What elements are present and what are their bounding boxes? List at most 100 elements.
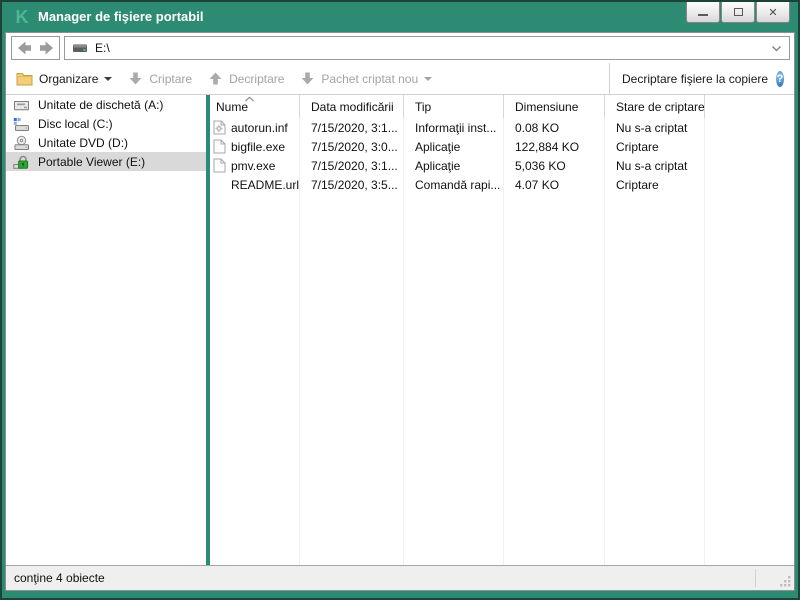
close-button[interactable]: ✕ [756, 2, 790, 23]
column-separator [299, 118, 300, 565]
column-header-encryption-status[interactable]: Stare de criptare [604, 95, 704, 118]
file-name: autorun.inf [231, 120, 288, 135]
decrypt-button[interactable]: Decriptare [208, 71, 284, 86]
title-bar[interactable]: K Manager de fişiere portabil [2, 2, 798, 32]
maximize-icon [733, 8, 743, 16]
organize-label: Organizare [39, 71, 99, 86]
file-encryption-status: Criptare [616, 177, 659, 192]
file-row-bigfile-exe[interactable]: bigfile.exe 7/15/2020, 3:0... Aplicaţie … [210, 137, 794, 156]
address-dropdown-icon[interactable] [771, 45, 782, 52]
file-encryption-status: Criptare [616, 139, 659, 154]
file-row-autorun-inf[interactable]: autorun.inf 7/15/2020, 3:1... Informaţii… [210, 118, 794, 137]
column-header-label: Dimensiune [515, 99, 579, 114]
resize-grip[interactable] [778, 574, 792, 588]
file-row-readme-url[interactable]: README.url 7/15/2020, 3:5... Comandă rap… [210, 175, 794, 194]
toolbar-right-section: Decriptare fişiere la copiere ? [609, 63, 794, 94]
window-title: Manager de fişiere portabil [38, 9, 204, 24]
sidebar-item-label: Portable Viewer (E:) [38, 154, 146, 169]
column-separator [503, 118, 504, 565]
file-modified: 7/15/2020, 3:1... [311, 120, 398, 135]
package-arrow-down-icon [302, 72, 314, 85]
window-controls: ✕ [685, 2, 790, 23]
new-encrypted-package-button[interactable]: Pachet criptat nou [300, 71, 433, 86]
address-bar[interactable]: E:\ [64, 36, 790, 60]
file-encryption-status: Nu s-a criptat [616, 120, 688, 135]
drive-icon [73, 44, 87, 52]
column-header-size[interactable]: Dimensiune [503, 95, 604, 118]
no-file-icon [213, 177, 226, 192]
encrypt-button[interactable]: Criptare [128, 71, 192, 86]
toolbar: Organizare Criptare Decriptare Pachet cr… [6, 63, 794, 95]
forward-arrow-icon[interactable] [38, 40, 55, 56]
sidebar-item-dvd-d[interactable]: Unitate DVD (D:) [6, 133, 206, 152]
file-name: README.url [231, 177, 299, 192]
column-header-label: Tip [415, 99, 432, 114]
file-size: 0.08 KO [515, 120, 560, 135]
sidebar-item-disk-c[interactable]: Disc local (C:) [6, 114, 206, 133]
blank-file-icon [213, 139, 226, 154]
file-modified: 7/15/2020, 3:1... [311, 158, 398, 173]
file-type: Aplicaţie [415, 158, 461, 173]
column-header-label: Stare de criptare [616, 99, 704, 114]
locked-drive-icon [13, 155, 29, 169]
nav-button-group [11, 36, 60, 60]
help-icon[interactable]: ? [776, 70, 784, 87]
decrypt-label: Decriptare [229, 71, 285, 86]
encrypt-label: Criptare [149, 71, 193, 86]
organize-button[interactable]: Organizare [16, 71, 113, 86]
folder-icon [16, 72, 33, 85]
column-header-name[interactable]: Nume [210, 95, 299, 118]
sidebar-item-floppy-a[interactable]: Unitate de dischetă (A:) [6, 95, 206, 114]
sidebar-item-label: Unitate de dischetă (A:) [38, 97, 164, 112]
kaspersky-logo-icon: K [15, 7, 29, 27]
navigation-bar: E:\ [6, 33, 794, 63]
close-icon: ✕ [768, 6, 778, 19]
status-bar-separator [755, 569, 756, 587]
status-bar: conţine 4 obiecte [6, 565, 794, 590]
column-separator [403, 118, 404, 565]
drive-sidebar: Unitate de dischetă (A:) Disc local (C:)… [6, 95, 206, 565]
app-window: K Manager de fişiere portabil ✕ E:\ Orga… [0, 0, 800, 600]
new-encrypted-package-label: Pachet criptat nou [321, 71, 419, 86]
minimize-icon [698, 14, 708, 16]
file-name: pmv.exe [231, 158, 276, 173]
column-header-modified[interactable]: Data modificării [299, 95, 403, 118]
file-modified: 7/15/2020, 3:0... [311, 139, 398, 154]
file-type: Comandă rapi... [415, 177, 501, 192]
decrypt-arrow-up-icon [209, 72, 222, 85]
file-size: 122,884 KO [515, 139, 580, 154]
file-size: 5,036 KO [515, 158, 566, 173]
file-row-pmv-exe[interactable]: pmv.exe 7/15/2020, 3:1... Aplicaţie 5,03… [210, 156, 794, 175]
maximize-button[interactable] [721, 2, 755, 23]
file-list: Nume Data modificării Tip Dimensiune Sta… [210, 95, 794, 565]
organize-dropdown-icon [104, 76, 113, 85]
file-size: 4.07 KO [515, 177, 560, 192]
minimize-button[interactable] [686, 2, 720, 23]
sidebar-item-portable-viewer-e[interactable]: Portable Viewer (E:) [6, 152, 206, 171]
file-type: Aplicaţie [415, 139, 461, 154]
file-type: Informaţii inst... [415, 120, 497, 135]
column-header-type[interactable]: Tip [403, 95, 503, 118]
decrypt-on-copy-label: Decriptare fişiere la copiere [622, 71, 769, 86]
main-area: Unitate de dischetă (A:) Disc local (C:)… [6, 95, 794, 565]
address-text: E:\ [95, 41, 110, 55]
sort-ascending-icon [245, 96, 254, 102]
column-resize-handle[interactable] [704, 95, 705, 118]
column-header-label: Data modificării [311, 99, 394, 114]
file-modified: 7/15/2020, 3:5... [311, 177, 398, 192]
file-name: bigfile.exe [231, 139, 286, 154]
sidebar-item-label: Disc local (C:) [38, 116, 113, 131]
window-content: E:\ Organizare Criptare Decriptare Pache… [5, 32, 795, 591]
column-separator [604, 118, 605, 565]
dvd-drive-icon [14, 135, 29, 150]
blank-file-icon [213, 158, 226, 173]
hard-drive-icon [13, 117, 29, 131]
back-arrow-icon[interactable] [16, 40, 33, 56]
floppy-drive-icon [14, 100, 29, 110]
setup-file-icon [213, 120, 226, 135]
status-text: conţine 4 obiecte [14, 571, 105, 585]
column-separator [704, 118, 705, 565]
file-encryption-status: Nu s-a criptat [616, 158, 688, 173]
encrypt-arrow-down-icon [129, 72, 142, 85]
package-dropdown-icon [424, 76, 433, 85]
